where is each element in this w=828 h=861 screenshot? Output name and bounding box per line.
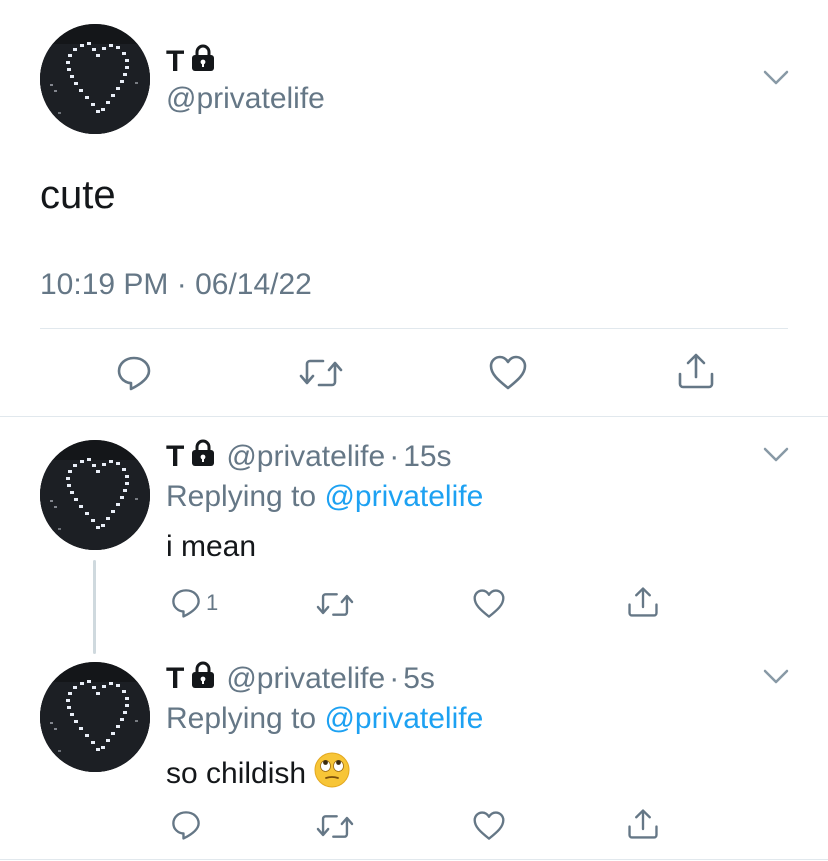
share-button[interactable]	[626, 586, 660, 618]
like-button[interactable]	[488, 354, 528, 392]
handle: @privatelife	[226, 440, 386, 473]
handle[interactable]: @privatelife	[166, 82, 325, 116]
chevron-down-icon[interactable]	[763, 669, 789, 685]
display-name: T	[166, 440, 185, 473]
reply-time: 15s	[403, 440, 452, 473]
share-icon	[628, 587, 658, 617]
tweet-timestamp[interactable]: 10:19 PM · 06/14/22	[40, 268, 312, 302]
lock-icon	[190, 661, 216, 697]
display-name: T	[166, 662, 185, 695]
retweet-button[interactable]	[299, 356, 343, 390]
replying-to: Replying to @privatelife	[166, 480, 483, 514]
lock-icon	[190, 439, 216, 475]
separator-dot: ·	[389, 440, 400, 473]
share-icon	[678, 353, 714, 389]
reply-icon	[172, 811, 200, 840]
divider	[40, 328, 788, 329]
share-button[interactable]	[626, 808, 660, 840]
replying-handle-link[interactable]: @privatelife	[324, 480, 483, 513]
retweet-button[interactable]	[316, 590, 354, 619]
retweet-icon	[316, 815, 354, 838]
replying-prefix: Replying to	[166, 702, 317, 735]
reply-text-row: so childish	[166, 752, 350, 796]
replying-handle-link[interactable]: @privatelife	[324, 702, 483, 735]
tweet-text: cute	[40, 173, 116, 217]
avatar[interactable]	[40, 440, 150, 550]
avatar[interactable]	[40, 24, 150, 134]
chevron-down-icon[interactable]	[763, 70, 789, 86]
reply-count: 1	[206, 590, 219, 615]
reply-icon	[117, 356, 151, 391]
display-name: T	[166, 45, 185, 78]
handle: @privatelife	[226, 662, 386, 695]
chevron-down-icon[interactable]	[763, 447, 789, 463]
lock-icon	[190, 44, 216, 80]
replying-to: Replying to @privatelife	[166, 702, 483, 736]
heart-icon	[473, 811, 505, 840]
avatar[interactable]	[40, 662, 150, 772]
divider	[0, 416, 828, 417]
reply-button[interactable]	[170, 809, 206, 841]
retweet-icon	[316, 593, 354, 616]
reply-header[interactable]: T @privatelife · 15s	[166, 439, 452, 475]
heart-icon	[489, 355, 527, 390]
like-button[interactable]	[472, 810, 506, 842]
retweet-button[interactable]	[316, 812, 354, 841]
reply-text: i mean	[166, 530, 257, 563]
replying-prefix: Replying to	[166, 480, 317, 513]
separator-dot: ·	[389, 662, 400, 695]
reply-button[interactable]	[115, 354, 153, 392]
reply-header[interactable]: T @privatelife · 5s	[166, 661, 435, 697]
share-button[interactable]	[676, 352, 716, 390]
like-button[interactable]	[472, 588, 506, 620]
reply-icon	[172, 589, 200, 618]
share-icon	[628, 809, 658, 839]
reply-button[interactable]: 1	[170, 587, 218, 619]
eye-roll-emoji	[314, 752, 350, 796]
divider	[0, 859, 828, 860]
retweet-icon	[299, 359, 343, 387]
heart-icon	[473, 589, 505, 618]
thread-line	[93, 560, 96, 654]
reply-text: so childish	[166, 757, 307, 790]
tweet-author[interactable]: T	[166, 44, 216, 80]
reply-time: 5s	[403, 662, 435, 695]
